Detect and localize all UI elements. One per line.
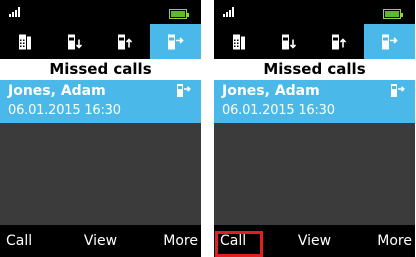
softkey-more[interactable]: More (163, 233, 198, 249)
status-bar (0, 0, 201, 24)
caller-name: Jones, Adam (222, 83, 320, 99)
page-title: Missed calls (0, 59, 201, 80)
phone-book-icon (233, 34, 245, 49)
list-item[interactable]: Jones, Adam 06.01.2015 16:30 (0, 80, 201, 123)
list-item[interactable]: Jones, Adam 06.01.2015 16:30 (214, 80, 415, 123)
missed-call-icon (391, 84, 405, 97)
tab-phone-book[interactable] (0, 24, 50, 59)
missed-calls-icon (167, 34, 184, 49)
battery-icon (169, 9, 189, 19)
signal-strength-icon (9, 7, 23, 17)
tab-received-calls[interactable] (264, 24, 314, 59)
tab-missed-calls[interactable] (150, 24, 201, 59)
received-calls-icon (68, 34, 82, 49)
phone-book-icon (19, 34, 31, 49)
tab-dialed-calls[interactable] (100, 24, 150, 59)
status-bar (214, 0, 415, 24)
call-softkey-highlight (215, 231, 263, 257)
caller-name: Jones, Adam (8, 83, 106, 99)
tab-dialed-calls[interactable] (314, 24, 364, 59)
tab-bar (214, 24, 415, 59)
missed-calls-icon (381, 34, 398, 49)
softkey-bar: Call View More (0, 225, 201, 257)
dialed-calls-icon (118, 34, 132, 49)
call-datetime: 06.01.2015 16:30 (222, 103, 335, 118)
signal-strength-icon (223, 7, 237, 17)
phone-screen-right: Missed calls Jones, Adam 06.01.2015 16:3… (214, 0, 415, 257)
call-datetime: 06.01.2015 16:30 (8, 103, 121, 118)
tab-phone-book[interactable] (214, 24, 264, 59)
tab-missed-calls[interactable] (364, 24, 415, 59)
tab-received-calls[interactable] (50, 24, 100, 59)
dialed-calls-icon (332, 34, 346, 49)
tab-bar (0, 24, 201, 59)
missed-call-icon (177, 84, 191, 97)
softkey-more[interactable]: More (377, 233, 412, 249)
received-calls-icon (282, 34, 296, 49)
phone-screen-left: Missed calls Jones, Adam 06.01.2015 16:3… (0, 0, 201, 257)
page-title: Missed calls (214, 59, 415, 80)
battery-icon (383, 9, 403, 19)
